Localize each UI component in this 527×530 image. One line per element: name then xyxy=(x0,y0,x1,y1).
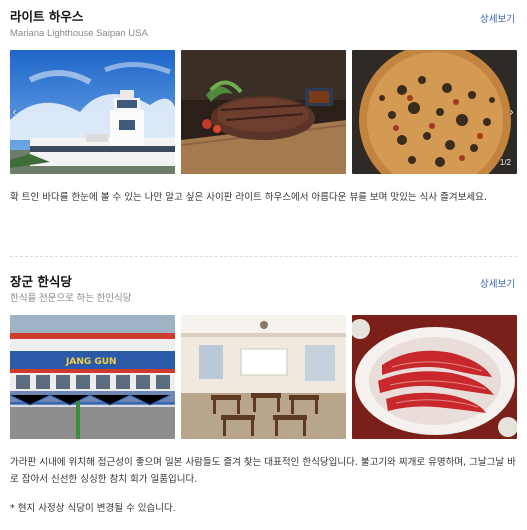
pizza-image xyxy=(352,50,517,174)
interior-image xyxy=(181,315,346,439)
restaurant-interior-photo xyxy=(181,315,346,439)
change-notice: * 현지 사정상 식당이 변경될 수 있습니다. xyxy=(10,503,176,514)
section-description: 가라판 시내에 위치해 접근성이 좋으며 일본 사람들도 즐겨 찾는 대표적인 … xyxy=(10,457,516,485)
lighthouse-photo: ‹ xyxy=(10,50,175,174)
section-divider xyxy=(10,256,517,257)
restaurant-exterior-photo: JANG GUN xyxy=(10,315,175,439)
chevron-right-icon[interactable]: › xyxy=(509,105,514,119)
sashimi-image xyxy=(352,315,517,439)
section-subtitle: 한식을 전문으로 하는 한인식당 xyxy=(10,293,132,304)
photo-gallery[interactable]: JANG GUN xyxy=(10,315,517,439)
chevron-left-icon[interactable]: ‹ xyxy=(12,105,17,119)
tuna-sashimi-photo xyxy=(352,315,517,439)
section-description: 확 트인 바다를 한눈에 볼 수 있는 나만 알고 싶은 사이판 라이트 하우스… xyxy=(10,192,487,203)
restaurant-section-lighthouse: 라이트 하우스 Mariana Lighthouse Saipan USA 상세… xyxy=(0,0,527,206)
pizza-photo: › 1/2 xyxy=(352,50,517,174)
restaurant-sign-text: JANG GUN xyxy=(65,357,117,367)
exterior-image: JANG GUN xyxy=(10,315,175,439)
section-title: 라이트 하우스 xyxy=(10,9,84,24)
detail-link[interactable]: 상세보기 xyxy=(480,11,515,25)
section-header: 라이트 하우스 Mariana Lighthouse Saipan USA 상세… xyxy=(10,8,517,44)
steak-photo xyxy=(181,50,346,174)
lighthouse-image xyxy=(10,50,175,174)
steak-image xyxy=(181,50,346,174)
section-title: 장군 한식당 xyxy=(10,274,72,289)
photo-gallery[interactable]: ‹ › 1/2 xyxy=(10,50,517,174)
gallery-counter: 1/2 xyxy=(499,158,511,167)
section-header: 장군 한식당 한식을 전문으로 하는 한인식당 상세보기 xyxy=(10,273,517,309)
section-subtitle: Mariana Lighthouse Saipan USA xyxy=(10,28,148,39)
restaurant-section-janggun: 장군 한식당 한식을 전문으로 하는 한인식당 상세보기 JANG GUN 가라… xyxy=(0,273,527,516)
detail-link[interactable]: 상세보기 xyxy=(480,276,515,290)
